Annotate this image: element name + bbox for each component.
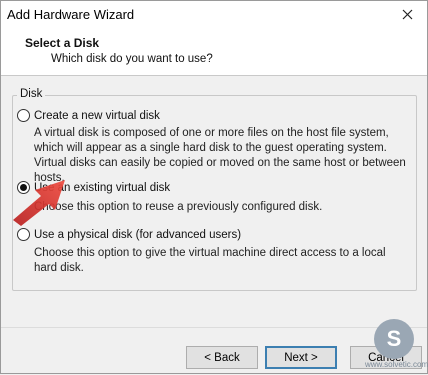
watermark-text: www.solvetic.com	[365, 360, 428, 369]
disk-group-label: Disk	[17, 88, 46, 100]
option-label: Create a new virtual disk	[34, 109, 160, 122]
close-icon	[402, 9, 412, 20]
footer-divider	[1, 327, 427, 328]
option-description: Choose this option to reuse a previously…	[34, 201, 323, 213]
option-create-new-disk[interactable]: Create a new virtual disk	[17, 109, 160, 122]
option-label: Use a physical disk (for advanced users)	[34, 228, 242, 241]
page-title: Select a Disk	[25, 36, 100, 50]
title-bar: Add Hardware Wizard	[1, 1, 427, 28]
back-button[interactable]: < Back	[186, 346, 258, 369]
radio-use-physical-disk[interactable]	[17, 228, 30, 241]
annotation-arrow-icon	[13, 180, 65, 226]
close-button[interactable]	[387, 1, 427, 28]
window-title: Add Hardware Wizard	[7, 7, 135, 22]
option-use-physical-disk[interactable]: Use a physical disk (for advanced users)	[17, 228, 241, 241]
radio-create-new-disk[interactable]	[17, 109, 30, 122]
option-description: Choose this option to give the virtual m…	[34, 247, 386, 274]
page-subtitle: Which disk do you want to use?	[51, 53, 213, 65]
wizard-window: Add Hardware Wizard Select a Disk Which …	[0, 0, 428, 374]
next-button[interactable]: Next >	[265, 346, 337, 369]
option-description: A virtual disk is composed of one or mor…	[34, 127, 406, 184]
watermark-logo: S www.solvetic.com	[365, 319, 428, 375]
watermark-logo-icon: S	[374, 319, 414, 359]
wizard-header: Select a Disk Which disk do you want to …	[1, 28, 427, 76]
